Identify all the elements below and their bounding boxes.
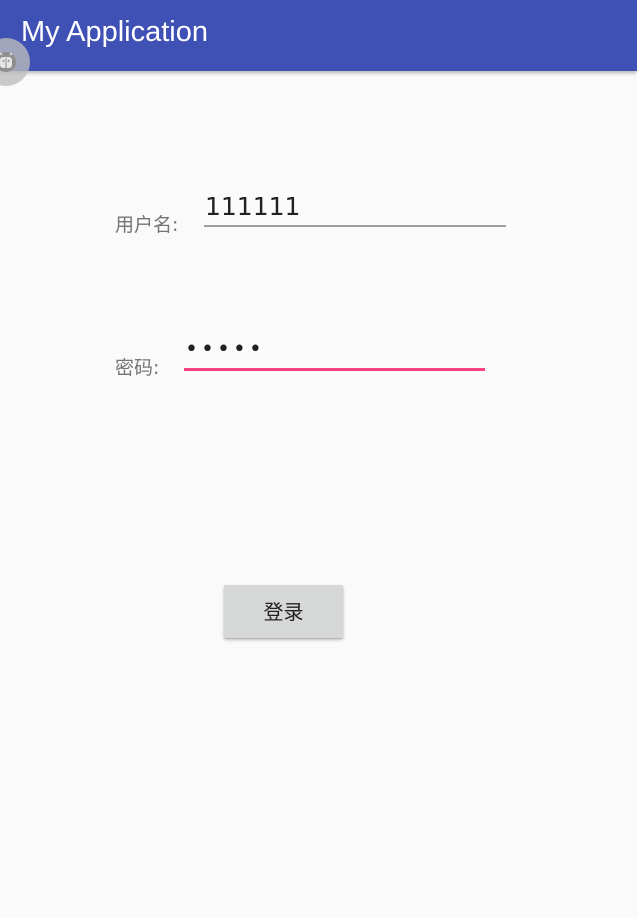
android-debug-icon <box>0 52 16 72</box>
login-button[interactable]: 登录 <box>224 585 343 638</box>
app-bar: My Application <box>0 0 637 71</box>
password-label: 密码: <box>115 357 160 379</box>
app-title: My Application <box>21 16 208 48</box>
username-field[interactable] <box>204 187 506 225</box>
password-underline <box>184 368 485 371</box>
username-label: 用户名: <box>115 214 179 236</box>
username-underline <box>204 225 506 227</box>
password-field[interactable] <box>184 330 485 368</box>
